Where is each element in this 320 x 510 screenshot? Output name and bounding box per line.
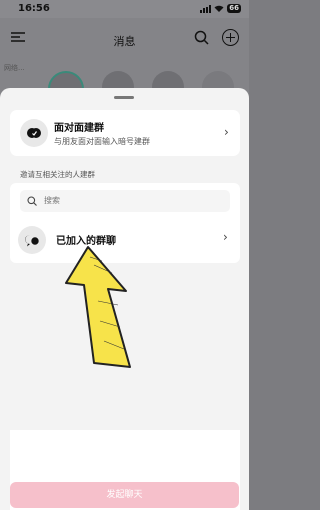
chevron-right-icon: ›: [223, 230, 228, 244]
chevron-right-icon: ›: [224, 125, 229, 139]
status-time: 16:56: [18, 3, 50, 14]
face-to-face-title: 面对面建群: [54, 123, 104, 134]
face-to-face-card[interactable]: 面对面建群 与朋友面对面输入暗号建群 ›: [10, 110, 240, 156]
group-chat-icon: [18, 226, 46, 254]
status-icons: 66: [200, 4, 241, 13]
status-bar: 16:56 66: [0, 0, 249, 18]
drag-handle[interactable]: [114, 96, 134, 99]
search-icon[interactable]: [194, 30, 209, 45]
battery-icon: 66: [227, 4, 241, 13]
start-chat-button[interactable]: 发起聊天: [10, 482, 239, 508]
add-circle-icon[interactable]: [222, 29, 239, 46]
arrow-annotation: [65, 246, 131, 368]
messages-header: 消息 网络...: [0, 18, 249, 107]
search-icon: [27, 196, 37, 206]
search-input[interactable]: 搜索: [20, 190, 230, 212]
face-to-face-subtitle: 与朋友面对面输入暗号建群: [54, 137, 150, 146]
signal-icon: [200, 4, 212, 13]
face-to-face-icon: [20, 119, 48, 147]
section-label: 邀请互相关注的人建群: [20, 170, 95, 179]
wifi-icon: [214, 5, 224, 12]
page-title: 消息: [113, 35, 136, 48]
background-hint: 网络...: [4, 64, 25, 72]
search-placeholder: 搜索: [44, 196, 60, 205]
